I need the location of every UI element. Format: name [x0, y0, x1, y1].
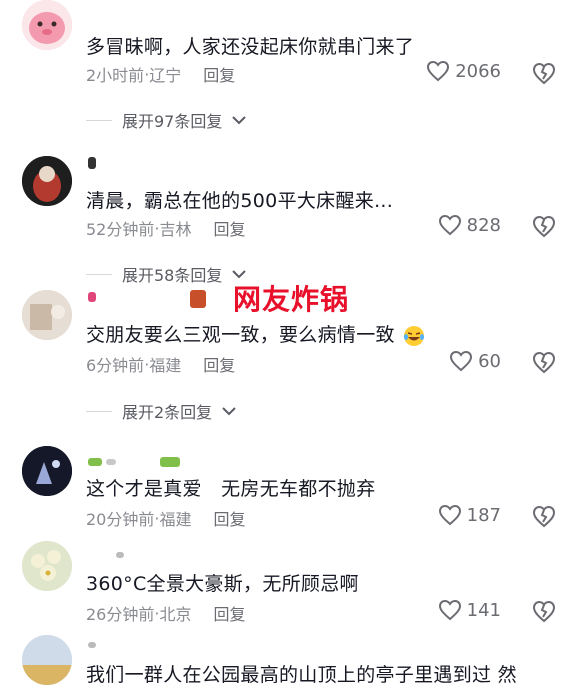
comment-text: 我们一群人在公园最高的山顶上的亭子里遇到过 然	[86, 664, 517, 686]
like-button[interactable]: 187	[438, 504, 501, 526]
like-button[interactable]: 828	[438, 214, 501, 236]
comment-meta: 26分钟前 · 北京 回复	[86, 601, 246, 625]
laughing-tears-emoji-icon	[404, 325, 425, 346]
avatar-image	[22, 0, 72, 50]
comment-location: 北京	[159, 605, 192, 624]
comment-meta: 20分钟前 · 福建 回复	[86, 506, 246, 530]
reply-button[interactable]: 回复	[203, 352, 235, 376]
avatar-image	[22, 446, 72, 496]
like-count: 60	[478, 350, 501, 372]
comment-location: 吉林	[159, 220, 192, 239]
like-button[interactable]: 2066	[426, 60, 501, 82]
comment-text: 360°C全景大豪斯，无所顾忌啊	[86, 573, 359, 595]
broken-heart-icon[interactable]	[531, 213, 557, 239]
username[interactable]	[88, 638, 96, 652]
username-mark	[88, 292, 96, 302]
heart-outline-icon	[438, 504, 461, 526]
comment-location: 辽宁	[149, 66, 182, 85]
username-mark	[160, 457, 180, 467]
avatar[interactable]	[22, 635, 72, 685]
avatar-image	[22, 635, 72, 685]
comment-text: 多冒昧啊，人家还没起床你就串门来了	[86, 36, 415, 58]
comment-location: 福建	[149, 356, 182, 375]
divider-line	[86, 273, 112, 275]
avatar-image	[22, 541, 72, 591]
expand-label: 展开97条回复	[122, 112, 223, 131]
jar-sticker-icon	[190, 290, 206, 308]
reply-button[interactable]: 回复	[213, 601, 245, 625]
username[interactable]	[88, 290, 96, 304]
username[interactable]	[88, 455, 180, 469]
heart-outline-icon	[450, 350, 473, 372]
broken-heart-icon[interactable]	[531, 503, 557, 529]
divider-line	[86, 119, 112, 121]
avatar[interactable]	[22, 290, 72, 340]
expand-replies[interactable]: 展开2条回复	[86, 399, 236, 423]
username-mark	[88, 157, 96, 169]
username[interactable]	[88, 548, 124, 562]
comment-text-content: 交朋友要么三观一致，要么病情一致	[86, 324, 395, 346]
username-mark	[106, 459, 116, 465]
like-count: 187	[466, 504, 501, 526]
avatar[interactable]	[22, 0, 72, 50]
divider-line	[86, 410, 112, 412]
broken-heart-icon[interactable]	[531, 60, 557, 86]
heart-outline-icon	[438, 599, 461, 621]
comment-time: 26分钟前	[86, 605, 155, 624]
reply-button[interactable]: 回复	[203, 62, 235, 86]
like-button[interactable]: 141	[438, 599, 501, 621]
comment-meta: 6分钟前 · 福建 回复	[86, 352, 235, 376]
heart-outline-icon	[427, 60, 450, 82]
comment-location: 福建	[159, 510, 192, 529]
username-mark	[88, 642, 96, 648]
comment-time: 20分钟前	[86, 510, 155, 529]
broken-heart-icon[interactable]	[531, 349, 557, 375]
overlay-caption: 网友炸锅	[233, 283, 350, 316]
username-mark	[116, 552, 124, 558]
comment-text: 交朋友要么三观一致，要么病情一致	[86, 320, 425, 347]
like-count: 141	[466, 599, 501, 621]
heart-outline-icon	[438, 214, 461, 236]
username-mark	[88, 458, 102, 466]
like-button[interactable]: 60	[449, 350, 501, 372]
avatar[interactable]	[22, 446, 72, 496]
avatar-image	[22, 290, 72, 340]
broken-heart-icon[interactable]	[531, 598, 557, 624]
username[interactable]	[88, 156, 96, 170]
expand-replies[interactable]: 展开97条回复	[86, 108, 247, 132]
reply-button[interactable]: 回复	[213, 216, 245, 240]
comment-text: 这个才是真爱 无房无车都不抛弃	[86, 478, 376, 500]
chevron-down-icon	[232, 116, 247, 125]
like-count: 2066	[455, 60, 501, 82]
avatar[interactable]	[22, 156, 72, 206]
chevron-down-icon	[222, 407, 236, 416]
expand-label: 展开58条回复	[122, 266, 223, 285]
comment-time: 6分钟前	[86, 356, 145, 375]
comment-meta: 2小时前 · 辽宁 回复	[86, 62, 235, 86]
expand-replies[interactable]: 展开58条回复	[86, 262, 247, 286]
reply-button[interactable]: 回复	[213, 506, 245, 530]
avatar-image	[22, 156, 72, 206]
comment-time: 52分钟前	[86, 220, 155, 239]
comment-meta: 52分钟前 · 吉林 回复	[86, 216, 246, 240]
comment-time: 2小时前	[86, 66, 145, 85]
avatar[interactable]	[22, 541, 72, 591]
like-count: 828	[466, 214, 501, 236]
comment-text: 清晨，霸总在他的500平大床醒来...	[86, 190, 394, 212]
expand-label: 展开2条回复	[122, 403, 213, 422]
